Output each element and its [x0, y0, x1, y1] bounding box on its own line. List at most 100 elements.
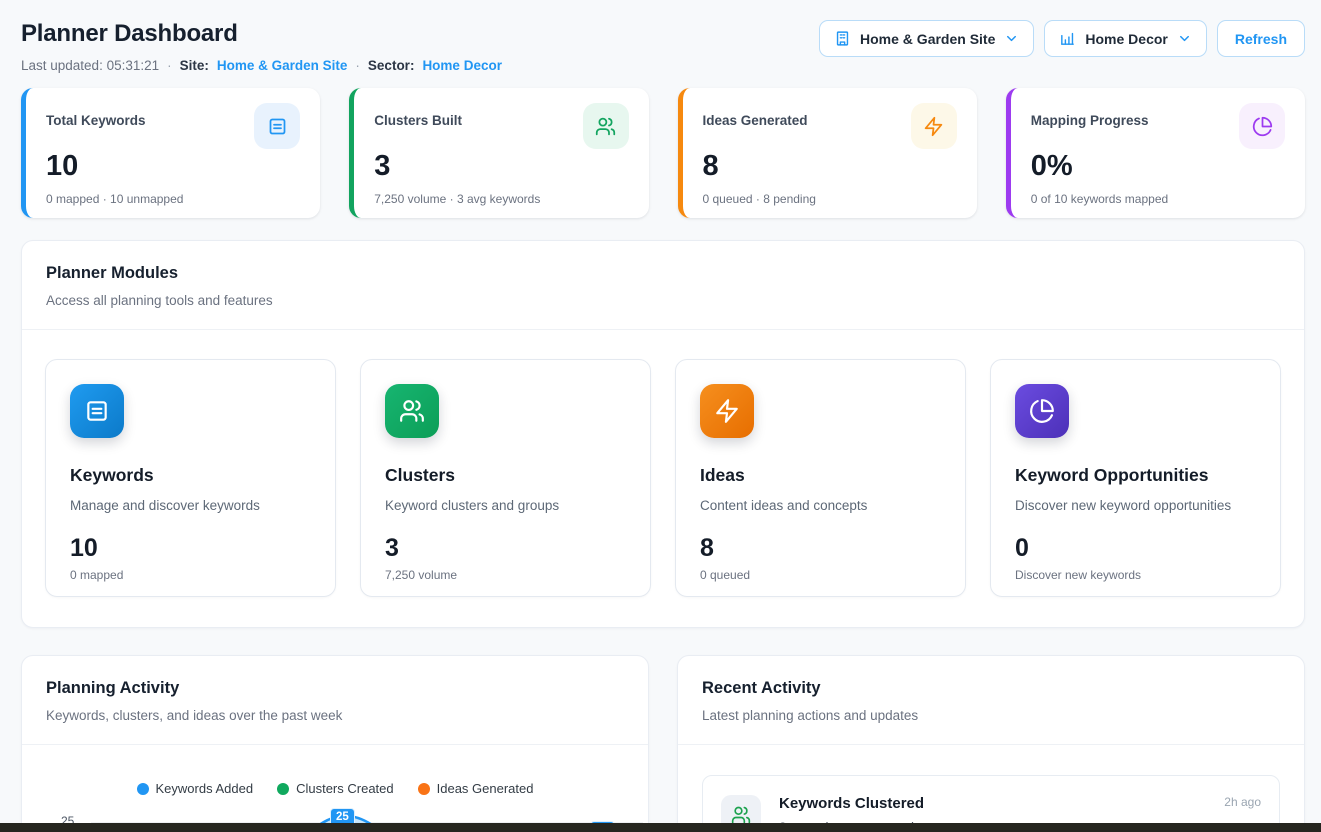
- stat-value: 3: [374, 150, 628, 183]
- module-caption: 0 queued: [700, 568, 941, 582]
- recent-activity-subtitle: Latest planning actions and updates: [702, 708, 1280, 723]
- module-title: Keyword Opportunities: [1015, 465, 1256, 486]
- legend-item-ideas-generated[interactable]: Ideas Generated: [418, 781, 534, 796]
- stat-card-ideas-generated: Ideas Generated 8 0 queued · 8 pending: [678, 88, 977, 218]
- module-card-clusters[interactable]: Clusters Keyword clusters and groups 3 7…: [360, 359, 651, 597]
- planner-modules-panel: Planner Modules Access all planning tool…: [21, 240, 1305, 628]
- legend-item-clusters-created[interactable]: Clusters Created: [277, 781, 394, 796]
- divider: [678, 744, 1304, 745]
- stat-label: Clusters Built: [374, 103, 462, 128]
- stat-card-top: Clusters Built: [374, 103, 628, 149]
- panel-head: Planner Modules Access all planning tool…: [22, 241, 1304, 329]
- module-card-keywords[interactable]: Keywords Manage and discover keywords 10…: [45, 359, 336, 597]
- stat-card-total-keywords: Total Keywords 10 0 mapped · 10 unmapped: [21, 88, 320, 218]
- sector-label: Sector:: [368, 58, 415, 73]
- stats-row: Total Keywords 10 0 mapped · 10 unmapped…: [21, 88, 1305, 218]
- legend-label: Clusters Created: [296, 781, 394, 796]
- stat-card-top: Ideas Generated: [703, 103, 957, 149]
- zap-icon: [911, 103, 957, 149]
- module-card-keyword-opportunities[interactable]: Keyword Opportunities Discover new keywo…: [990, 359, 1281, 597]
- stat-card-top: Total Keywords: [46, 103, 300, 149]
- header-meta: Last updated: 05:31:21 · Site: Home & Ga…: [21, 58, 502, 73]
- site-selector-dropdown[interactable]: Home & Garden Site: [819, 20, 1034, 57]
- pie-chart-icon: [1015, 384, 1069, 438]
- legend-label: Keywords Added: [156, 781, 254, 796]
- module-value: 10: [70, 534, 311, 563]
- header-left: Planner Dashboard Last updated: 05:31:21…: [21, 20, 502, 73]
- building-icon: [834, 30, 851, 47]
- module-description: Manage and discover keywords: [70, 498, 311, 513]
- users-icon: [385, 384, 439, 438]
- activity-title: Keywords Clustered: [779, 795, 924, 812]
- stat-caption: 0 queued · 8 pending: [703, 192, 957, 206]
- legend-dot: [418, 783, 430, 795]
- planner-dashboard-page: Planner Dashboard Last updated: 05:31:21…: [0, 0, 1321, 832]
- stat-value: 8: [703, 150, 957, 183]
- stat-label: Ideas Generated: [703, 103, 808, 128]
- sector-selector-dropdown[interactable]: Home Decor: [1044, 20, 1206, 57]
- chart-legend: Keywords Added Clusters Created Ideas Ge…: [22, 781, 648, 796]
- planning-activity-title: Planning Activity: [46, 679, 624, 698]
- stat-caption: 7,250 volume · 3 avg keywords: [374, 192, 628, 206]
- panel-head: Planning Activity Keywords, clusters, an…: [22, 656, 648, 744]
- module-title: Ideas: [700, 465, 941, 486]
- stat-caption: 0 of 10 keywords mapped: [1031, 192, 1285, 206]
- stat-label: Total Keywords: [46, 103, 146, 128]
- bottom-taskbar-strip: [0, 823, 1321, 832]
- stat-value: 0%: [1031, 150, 1285, 183]
- module-caption: Discover new keywords: [1015, 568, 1256, 582]
- panel-head: Recent Activity Latest planning actions …: [678, 656, 1304, 744]
- module-description: Keyword clusters and groups: [385, 498, 626, 513]
- divider: [22, 744, 648, 745]
- legend-item-keywords-added[interactable]: Keywords Added: [137, 781, 254, 796]
- file-text-icon: [254, 103, 300, 149]
- modules-row: Keywords Manage and discover keywords 10…: [22, 330, 1304, 627]
- activity-top: Keywords Clustered 2h ago: [779, 795, 1261, 812]
- stat-card-mapping-progress: Mapping Progress 0% 0 of 10 keywords map…: [1006, 88, 1305, 218]
- legend-dot: [277, 783, 289, 795]
- recent-activity-title: Recent Activity: [702, 679, 1280, 698]
- last-updated-text: Last updated: 05:31:21: [21, 58, 159, 73]
- planning-activity-subtitle: Keywords, clusters, and ideas over the p…: [46, 708, 624, 723]
- module-card-ideas[interactable]: Ideas Content ideas and concepts 8 0 que…: [675, 359, 966, 597]
- pie-chart-icon: [1239, 103, 1285, 149]
- stat-card-clusters-built: Clusters Built 3 7,250 volume · 3 avg ke…: [349, 88, 648, 218]
- legend-dot: [137, 783, 149, 795]
- stat-label: Mapping Progress: [1031, 103, 1149, 128]
- chevron-down-icon: [1004, 31, 1019, 46]
- modules-subtitle: Access all planning tools and features: [46, 293, 1280, 308]
- sector-selector-label: Home Decor: [1085, 31, 1167, 47]
- stat-caption: 0 mapped · 10 unmapped: [46, 192, 300, 206]
- refresh-button[interactable]: Refresh: [1217, 20, 1305, 57]
- module-value: 0: [1015, 534, 1256, 563]
- module-value: 3: [385, 534, 626, 563]
- file-text-icon: [70, 384, 124, 438]
- legend-label: Ideas Generated: [437, 781, 534, 796]
- module-description: Discover new keyword opportunities: [1015, 498, 1256, 513]
- modules-title: Planner Modules: [46, 264, 1280, 283]
- meta-separator: ·: [355, 58, 360, 73]
- bottom-row: Planning Activity Keywords, clusters, an…: [21, 655, 1305, 832]
- chevron-down-icon: [1177, 31, 1192, 46]
- bar-chart-icon: [1059, 30, 1076, 47]
- stat-value: 10: [46, 150, 300, 183]
- module-caption: 7,250 volume: [385, 568, 626, 582]
- module-value: 8: [700, 534, 941, 563]
- page-title: Planner Dashboard: [21, 20, 502, 48]
- page-header: Planner Dashboard Last updated: 05:31:21…: [21, 20, 1305, 73]
- users-icon: [583, 103, 629, 149]
- module-caption: 0 mapped: [70, 568, 311, 582]
- site-link[interactable]: Home & Garden Site: [217, 58, 348, 73]
- site-selector-label: Home & Garden Site: [860, 31, 995, 47]
- recent-activity-panel: Recent Activity Latest planning actions …: [677, 655, 1305, 832]
- header-controls: Home & Garden Site Home Decor Refresh: [819, 20, 1305, 57]
- sector-link[interactable]: Home Decor: [422, 58, 502, 73]
- planning-activity-panel: Planning Activity Keywords, clusters, an…: [21, 655, 649, 832]
- meta-separator: ·: [167, 58, 172, 73]
- zap-icon: [700, 384, 754, 438]
- module-title: Keywords: [70, 465, 311, 486]
- activity-timestamp: 2h ago: [1224, 795, 1261, 809]
- module-description: Content ideas and concepts: [700, 498, 941, 513]
- stat-card-top: Mapping Progress: [1031, 103, 1285, 149]
- site-label: Site:: [180, 58, 209, 73]
